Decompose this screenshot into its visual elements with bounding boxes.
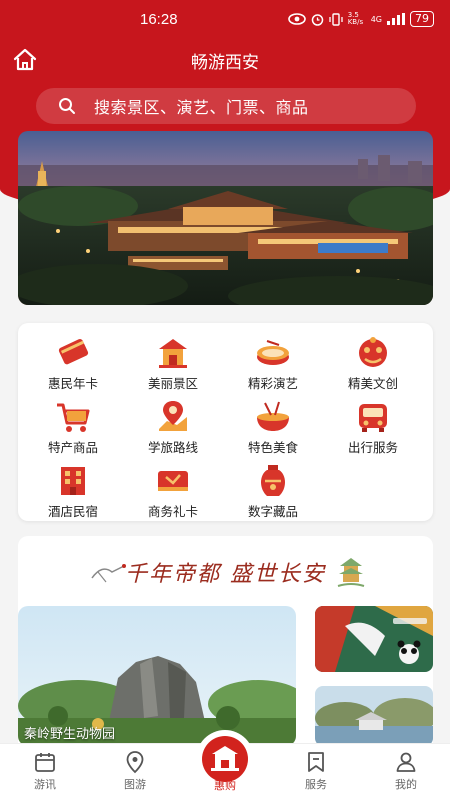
gift-card-icon	[158, 471, 188, 491]
hotel-building-icon	[61, 467, 85, 495]
banner-image	[18, 131, 433, 305]
noodle-bowl-icon	[257, 401, 289, 431]
person-icon	[396, 752, 416, 772]
nav-shop-label: 惠购	[214, 779, 236, 792]
map-pin-icon	[159, 401, 187, 431]
nav-shop-badge	[202, 736, 248, 782]
network-type: 4G	[370, 14, 382, 24]
service-scenic-spots[interactable]: 美丽景区	[123, 335, 223, 392]
search-placeholder: 搜索景区、演艺、门票、商品	[94, 98, 309, 117]
search-icon	[59, 98, 75, 114]
slogan-text: 千年帝都 盛世长安	[125, 562, 326, 587]
service-travel[interactable]: 出行服务	[323, 399, 423, 456]
service-local-products[interactable]: 特产商品	[23, 399, 123, 456]
vase-icon	[261, 465, 285, 496]
slogan-banner: 千年帝都 盛世长安	[18, 550, 433, 600]
feature-tile-zoo[interactable]: 秦岭野生动物园	[18, 606, 296, 746]
service-hotels[interactable]: 酒店民宿	[23, 463, 123, 520]
eye-icon	[287, 13, 306, 25]
page-title: 畅游西安	[191, 53, 259, 73]
red-card-icon	[58, 339, 89, 365]
pavilion-icon	[159, 339, 187, 368]
stage-drum-icon	[257, 340, 289, 365]
shopping-cart-icon	[57, 403, 90, 432]
service-grid: 惠民年卡 美丽景区 精彩演艺 精美文创 特产商品 学旅路线 特色美食 出行服务 …	[18, 323, 433, 521]
crane-decoration-icon	[91, 564, 126, 583]
panda-image	[315, 606, 433, 672]
status-time: 16:28	[140, 11, 178, 28]
banner-carousel[interactable]	[18, 131, 433, 305]
feature-tile-park[interactable]	[315, 686, 433, 746]
bookmark-flag-icon	[308, 752, 324, 772]
service-performances[interactable]: 精彩演艺	[223, 335, 323, 392]
service-cultural-products[interactable]: 精美文创	[323, 335, 423, 392]
city-gate-icon	[211, 746, 239, 771]
nav-profile[interactable]: 我的	[371, 750, 441, 792]
alarm-icon	[311, 13, 323, 26]
lion-mask-icon	[359, 337, 387, 367]
nav-news[interactable]: 游讯	[10, 750, 80, 792]
network-speed: 3.5 KB/s	[347, 11, 364, 26]
status-bar: 16:28 3.5 KB/s 4G 79	[0, 0, 450, 38]
feature-tile-panda[interactable]	[315, 606, 433, 672]
zoo-caption: 秦岭野生动物园	[24, 727, 116, 742]
app-screen: 16:28 3.5 KB/s 4G 79 畅游西安 搜索景区、演艺、门票、商品	[0, 0, 450, 800]
pagoda-decoration-icon	[337, 558, 365, 587]
service-gift-cards[interactable]: 商务礼卡	[123, 463, 223, 520]
service-local-food[interactable]: 特色美食	[223, 399, 323, 456]
search-bar[interactable]: 搜索景区、演艺、门票、商品	[36, 88, 416, 124]
signal-icon	[387, 13, 405, 25]
vibrate-icon	[329, 12, 343, 26]
service-annual-card[interactable]: 惠民年卡	[23, 335, 123, 392]
status-icons: 3.5 KB/s 4G 79	[287, 11, 434, 27]
location-pin-icon	[126, 751, 144, 774]
service-digital-collectibles[interactable]: 数字藏品	[223, 463, 323, 520]
battery-indicator: 79	[410, 11, 434, 27]
calendar-icon	[35, 753, 55, 772]
nav-services[interactable]: 服务	[281, 750, 351, 792]
service-study-routes[interactable]: 学旅路线	[123, 399, 223, 456]
nav-map-tour[interactable]: 图游	[100, 750, 170, 792]
park-image	[315, 686, 433, 746]
bottom-navigation: 游讯 图游 惠购 服务 我的	[0, 730, 450, 800]
bus-icon	[359, 404, 387, 432]
